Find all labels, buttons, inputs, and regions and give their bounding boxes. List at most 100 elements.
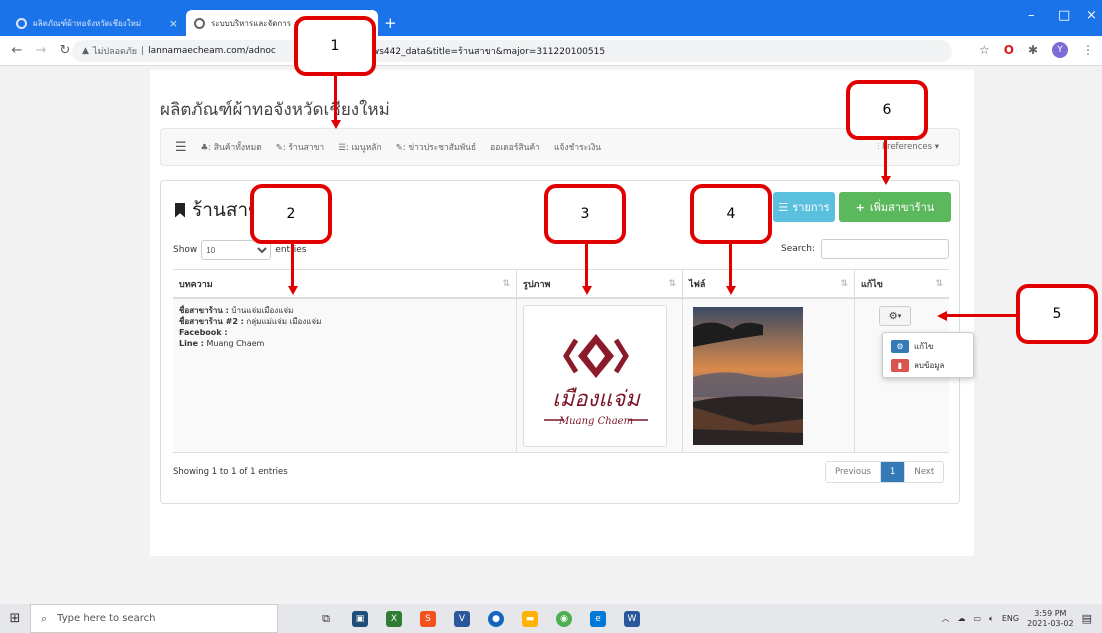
nav-item-orders[interactable]: ออเดอร์สินค้า	[490, 140, 540, 154]
word-icon[interactable]: W	[624, 610, 640, 627]
nav-item-main-menu[interactable]: ☰: เมนูหลัก	[338, 140, 381, 154]
callout-2: 2	[250, 184, 332, 244]
avatar[interactable]: Y	[1052, 42, 1068, 58]
column-header-image[interactable]: รูปภาพ ⇅	[517, 270, 683, 297]
leaf-icon: ✎	[395, 143, 403, 153]
sort-icon: ⇅	[935, 279, 943, 289]
taskbar: ⊞ ⌕ Type here to search ⧉ ▣ X S V ● ▬ ◉ …	[0, 604, 1102, 633]
branch2-line: ชื่อสาขาร้าน #2 : กลุ่มแม่แจ่ม เมืองแจ่ม	[173, 316, 516, 327]
address-toolbar: ← → ↻ ▲ ไม่ปลอดภัย | lannamaecheam.com/a…	[0, 36, 1102, 66]
arrowhead-icon	[881, 176, 891, 185]
previous-button[interactable]: Previous	[826, 462, 881, 482]
list-button[interactable]: ☰ รายการ	[773, 192, 835, 222]
minimize-icon[interactable]: –	[1028, 8, 1035, 23]
logo-image[interactable]: เมืองแจ่ม Muang Chaem	[523, 305, 667, 447]
search-placeholder: Type here to search	[57, 613, 156, 624]
column-header-file[interactable]: ไฟล์ ⇅	[683, 270, 855, 297]
field-label: ชื่อสาขาร้าน :	[179, 306, 229, 315]
menu-icon[interactable]: ⋮	[1082, 43, 1094, 57]
menu-label: แก้ไข	[914, 342, 934, 351]
article-cell: ชื่อสาขาร้าน : บ้านแจ่มเมืองแจ่ม ชื่อสาข…	[173, 299, 517, 452]
site-brand[interactable]: ผลิตภัณฑ์ผ้าทอจังหวัดเชียงใหม่	[160, 96, 390, 123]
nav-label: : ข่าวประชาสัมพันธ์	[402, 143, 477, 153]
menu-item-delete[interactable]: ▮ ลบข้อมูล	[883, 356, 973, 375]
tab-title: ผลิตภัณฑ์ผ้าทอจังหวัดเชียงใหม่	[33, 18, 142, 28]
network-icon[interactable]: ▭	[973, 614, 981, 623]
add-branch-button[interactable]: + เพิ่มสาขาร้าน	[839, 192, 951, 222]
taskbar-search[interactable]: ⌕ Type here to search	[30, 604, 278, 633]
browser-tab-inactive[interactable]: ผลิตภัณฑ์ผ้าทอจังหวัดเชียงใหม่ ×	[8, 10, 186, 36]
close-tab-icon[interactable]: ×	[169, 17, 178, 30]
back-icon[interactable]: ←	[10, 43, 24, 58]
chrome-icon[interactable]: ◉	[556, 610, 572, 627]
url-input[interactable]: ▲ ไม่ปลอดภัย | lannamaecheam.com/adnoc w…	[72, 40, 952, 62]
chevron-up-icon[interactable]: ︿	[941, 613, 949, 624]
new-tab-button[interactable]: +	[384, 14, 397, 32]
globe-icon	[16, 17, 27, 29]
nav-item-branches[interactable]: ✎: ร้านสาขา	[276, 140, 324, 154]
column-header-edit[interactable]: แก้ไข ⇅	[855, 270, 949, 297]
callout-arrow	[729, 244, 732, 286]
sublime-icon[interactable]: S	[420, 610, 436, 627]
forward-icon[interactable]: →	[34, 43, 48, 58]
arrowhead-icon	[582, 286, 592, 295]
notification-icon[interactable]: ▤	[1082, 612, 1092, 625]
field-label: Line :	[179, 339, 204, 348]
taskbar-apps: ⧉ ▣ X S V ● ▬ ◉ e W	[318, 610, 640, 627]
header-label: รูปภาพ	[523, 279, 551, 290]
callout-5: 5	[1016, 284, 1098, 344]
volume-icon[interactable]: 🔈︎	[989, 614, 994, 624]
system-tray: ︿ ☁ ▭ 🔈︎ ENG 3:59 PM 2021-03-02 ▤	[941, 604, 1092, 633]
star-icon[interactable]: ☆	[979, 43, 990, 57]
opera-icon[interactable]: O	[1004, 43, 1014, 57]
header-label: แก้ไข	[861, 279, 883, 290]
menu-item-edit[interactable]: ⚙ แก้ไข	[883, 337, 973, 356]
search-icon: ⌕	[41, 611, 48, 625]
language-indicator[interactable]: ENG	[1002, 614, 1019, 623]
hamburger-icon[interactable]: ☰	[175, 140, 187, 155]
add-branch-label: เพิ่มสาขาร้าน	[869, 201, 935, 214]
column-header-article[interactable]: บทความ ⇅	[173, 270, 517, 297]
reload-icon[interactable]: ↻	[58, 43, 72, 58]
excel-icon[interactable]: X	[386, 610, 402, 627]
callout-arrow	[585, 244, 588, 286]
puzzle-icon[interactable]: ✱	[1028, 43, 1038, 57]
field-value: Muang Chaem	[206, 339, 265, 348]
nav-label: : เมนูหลัก	[345, 143, 382, 153]
page-container: ผลิตภัณฑ์ผ้าทอจังหวัดเชียงใหม่ ☰ ♣: สินค…	[150, 70, 974, 556]
warning-icon: ▲	[82, 46, 89, 56]
edge-icon[interactable]: e	[590, 610, 606, 627]
gear-icon: ⚙	[888, 310, 898, 322]
task-view-icon[interactable]: ⧉	[318, 611, 334, 627]
maximize-icon[interactable]: □	[1058, 8, 1070, 23]
nav-label: : ร้านสาขา	[282, 143, 325, 153]
nav-item-all-products[interactable]: ♣: สินค้าทั้งหมด	[201, 140, 262, 154]
cloud-icon[interactable]: ☁	[957, 614, 965, 623]
edit-cell: ⚙ ▾ ⚙ แก้ไข ▮ ลบข้อมูล	[855, 299, 974, 452]
callout-arrow	[946, 314, 1016, 317]
nav-item-news[interactable]: ✎: ข่าวประชาสัมพันธ์	[396, 140, 477, 154]
clock-time: 3:59 PM	[1034, 608, 1067, 618]
search-input[interactable]	[820, 239, 949, 259]
list-button-label: รายการ	[792, 201, 830, 214]
clock[interactable]: 3:59 PM 2021-03-02	[1027, 609, 1074, 629]
store-icon[interactable]: ▣	[352, 610, 368, 627]
visio-icon[interactable]: V	[454, 610, 470, 627]
sort-icon: ⇅	[840, 279, 848, 289]
file-photo[interactable]	[693, 307, 803, 445]
actions-dropdown-button[interactable]: ⚙ ▾	[879, 306, 911, 326]
app-icon[interactable]: ●	[488, 610, 504, 627]
pagination: Previous 1 Next	[825, 461, 945, 483]
sort-icon: ⇅	[502, 279, 510, 289]
folder-icon[interactable]: ▬	[522, 610, 538, 627]
windows-start-icon[interactable]: ⊞	[0, 611, 30, 626]
callout-6: 6	[846, 80, 928, 140]
page-button[interactable]: 1	[880, 462, 906, 482]
line-id-line: Line : Muang Chaem	[173, 338, 516, 349]
close-window-icon[interactable]: ×	[1086, 8, 1097, 23]
menu-label: ลบข้อมูล	[914, 361, 945, 370]
arrowhead-icon	[288, 286, 298, 295]
nav-item-payment[interactable]: แจ้งชำระเงิน	[554, 140, 601, 154]
arrowhead-icon	[726, 286, 736, 295]
next-button[interactable]: Next	[905, 462, 943, 482]
